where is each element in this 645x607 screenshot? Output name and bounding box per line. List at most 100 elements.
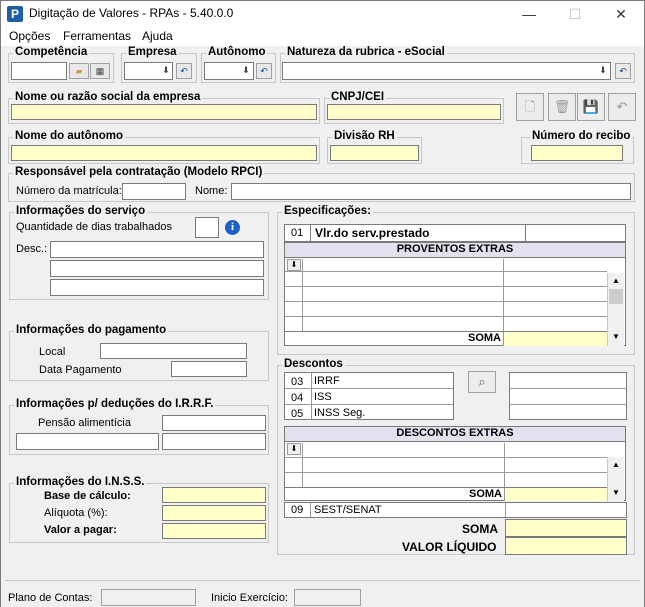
scroll-up-icon[interactable]: ▲ [608, 273, 624, 289]
natureza-refresh-icon[interactable]: ↶ [615, 63, 631, 79]
menu-ferramentas[interactable]: Ferramentas [63, 29, 131, 43]
valor-pagar-field [162, 523, 266, 539]
data-pagamento-label: Data Pagamento [39, 364, 122, 376]
sest-row: 09 SEST/SENAT [284, 502, 627, 518]
descontos-scrollbar[interactable]: ▲ ▼ [607, 457, 624, 501]
calendar-icon[interactable]: ▦ [90, 63, 110, 79]
menu-bar: Opções Ferramentas Ajuda [1, 27, 644, 46]
proventos-scrollbar[interactable]: ▲ ▼ [607, 273, 624, 346]
sest-code: 09 [291, 504, 304, 516]
irrf-input-1[interactable] [16, 433, 159, 450]
window-title: Digitação de Valores - RPAs - 5.40.0.0 [29, 6, 234, 20]
competencia-label: Competência [13, 46, 90, 58]
servico-title: Informações do serviço [14, 205, 148, 217]
descontos-scroll-down-icon[interactable]: ▼ [608, 485, 624, 501]
empresa-label: Empresa [126, 46, 179, 58]
minimize-button[interactable]: — [506, 1, 552, 27]
scroll-down-icon[interactable]: ▼ [608, 329, 624, 345]
undo-icon[interactable]: ↶ [608, 93, 636, 121]
folder-icon[interactable]: ▰ [69, 63, 89, 79]
descontos-scroll-up-icon[interactable]: ▲ [608, 457, 624, 473]
especificacoes-title: Especificações: [282, 205, 373, 217]
natureza-label: Natureza da rubrica - eSocial [285, 46, 447, 58]
proventos-header: PROVENTOS EXTRAS [285, 243, 625, 258]
new-document-icon[interactable]: 🗋 [516, 93, 544, 121]
base-calculo-field [162, 487, 266, 503]
empresa-refresh-icon[interactable]: ↶ [176, 63, 192, 79]
maximize-button[interactable]: ☐ [552, 1, 598, 27]
recibo-field [531, 145, 623, 161]
save-icon[interactable]: 💾 [577, 93, 605, 121]
valor-liquido-label: VALOR LÍQUIDO [402, 540, 497, 554]
aliquota-label: Alíquota (%): [44, 507, 108, 519]
descontos-values [509, 372, 627, 420]
status-bar: Plano de Contas: Inicio Exercício: [1, 586, 644, 607]
app-window: P Digitação de Valores - RPAs - 5.40.0.0… [0, 0, 645, 607]
pagamento-title: Informações do pagamento [14, 324, 169, 336]
descontos-list: 03 IRRF 04 ISS 05 INSS Seg. [284, 372, 454, 420]
autonomo-refresh-icon[interactable]: ↶ [256, 63, 272, 79]
valor-liquido-field [505, 537, 627, 555]
servico-name: Vlr.do serv.prestado [315, 226, 430, 240]
delete-icon[interactable]: 🗑 [548, 93, 576, 121]
proventos-soma-label: SOMA [468, 332, 501, 344]
empresa-nome-field [11, 104, 317, 120]
soma-total-field [505, 519, 627, 537]
competencia-input[interactable] [11, 62, 67, 80]
aliquota-field [162, 505, 266, 521]
irrf-title: Informações p/ deduções do I.R.R.F. [14, 398, 216, 410]
data-pagamento-input[interactable] [171, 361, 247, 377]
app-logo-icon: P [7, 6, 23, 22]
descontos-extras-header: DESCONTOS EXTRAS [285, 427, 625, 442]
local-input[interactable] [100, 343, 247, 359]
divisao-label: Divisão RH [332, 130, 397, 142]
desc-label: Desc.: [16, 243, 48, 255]
natureza-input[interactable] [282, 62, 611, 80]
dias-input[interactable] [195, 217, 219, 238]
autonomo-label: Autônomo [206, 46, 268, 58]
proventos-grid: PROVENTOS EXTRAS ⬇ ▲ ▼ SOMA [284, 242, 626, 346]
sest-name: SEST/SENAT [314, 504, 382, 516]
pensao-input[interactable] [162, 415, 266, 431]
matricula-label: Número da matrícula: [16, 185, 122, 197]
search-icon[interactable]: ⌕ [468, 371, 496, 393]
plano-contas-label: Plano de Contas: [8, 592, 93, 604]
desc-input-1[interactable] [50, 241, 264, 258]
descontos-title: Descontos [282, 358, 345, 370]
nome-responsavel-input[interactable] [231, 183, 631, 200]
empresa-dropdown-icon[interactable]: ⬇ [158, 63, 174, 79]
inss-seg-name: INSS Seg. [314, 407, 366, 419]
desc-input-3[interactable] [50, 279, 264, 296]
divisao-field [330, 145, 419, 161]
close-button[interactable]: ✕ [598, 1, 644, 27]
descontos-row-insert-icon[interactable]: ⬇ [287, 443, 301, 455]
pensao-label: Pensão alimentícia [38, 417, 131, 429]
recibo-label: Número do recibo [530, 130, 633, 142]
inss-title: Informações do I.N.S.S. [14, 476, 147, 488]
soma-total-label: SOMA [462, 522, 498, 536]
empresa-nome-label: Nome ou razão social da empresa [13, 91, 203, 103]
inicio-exercicio-label: Inicio Exercício: [211, 592, 289, 604]
servico-prestado-row: 01 Vlr.do serv.prestado [284, 224, 626, 242]
autonomo-dropdown-icon[interactable]: ⬇ [238, 63, 254, 79]
local-label: Local [39, 346, 66, 358]
cnpj-label: CNPJ/CEI [329, 91, 387, 103]
inss-seg-code: 05 [291, 408, 304, 420]
menu-opcoes[interactable]: Opções [9, 29, 50, 43]
info-icon[interactable]: i [225, 220, 240, 235]
scroll-thumb[interactable] [609, 289, 623, 304]
irrf-code: 03 [291, 376, 304, 388]
menu-ajuda[interactable]: Ajuda [142, 29, 173, 43]
descontos-extras-grid: DESCONTOS EXTRAS ⬇ ▲ ▼ SOMA [284, 426, 626, 501]
base-calculo-label: Base de cálculo: [44, 490, 131, 502]
descontos-soma-field [505, 488, 607, 501]
matricula-input[interactable] [122, 183, 186, 200]
cnpj-field [327, 104, 501, 120]
irrf-input-2[interactable] [162, 433, 266, 450]
inicio-exercicio-field [294, 589, 361, 606]
row-insert-icon[interactable]: ⬇ [287, 259, 301, 271]
descontos-soma-label: SOMA [469, 488, 502, 500]
natureza-dropdown-icon[interactable]: ⬇ [595, 63, 611, 79]
valor-pagar-label: Valor a pagar: [44, 524, 117, 536]
desc-input-2[interactable] [50, 260, 264, 277]
